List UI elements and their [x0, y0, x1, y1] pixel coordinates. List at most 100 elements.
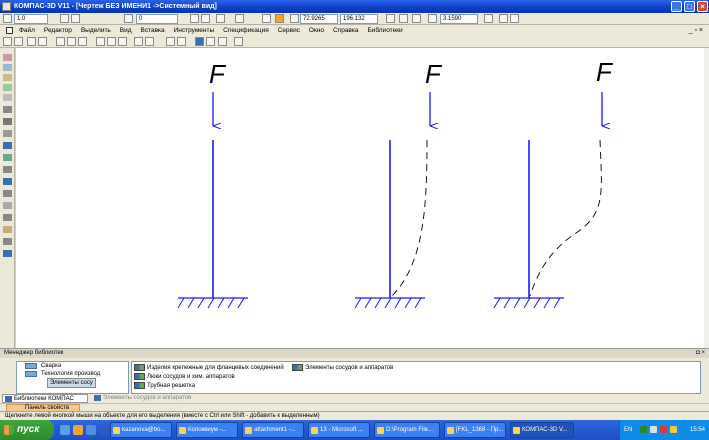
menu-help[interactable]: Справка	[333, 25, 359, 36]
menu-window[interactable]: Окно	[309, 25, 324, 36]
equidistant-icon[interactable]	[3, 238, 12, 245]
editing-icon[interactable]	[3, 84, 12, 91]
parametrization-icon[interactable]	[3, 94, 12, 101]
preview-icon[interactable]	[67, 37, 76, 46]
list-item[interactable]: Трубная решетка	[134, 382, 195, 390]
task-button[interactable]: D:\Program File...	[374, 422, 440, 438]
new-dropdown-icon[interactable]	[14, 37, 23, 46]
pan-icon[interactable]	[484, 14, 493, 23]
coord-x-field[interactable]: 72.9265	[300, 14, 338, 24]
geometry-icon[interactable]	[3, 54, 12, 61]
coord-y-field[interactable]: 196.132	[340, 14, 378, 24]
task-button-active[interactable]: КОМПАС-3D V...	[510, 422, 574, 438]
minimize-button[interactable]: _	[671, 1, 682, 12]
tree-item-selected[interactable]: Элементы сосу	[17, 378, 128, 388]
list-item[interactable]: Люки сосудов и хим. аппаратов	[134, 373, 235, 381]
ortho-icon[interactable]	[262, 14, 271, 23]
menu-specification[interactable]: Спецификация	[223, 25, 269, 36]
new-icon[interactable]	[3, 37, 12, 46]
redo-icon[interactable]	[177, 37, 186, 46]
tab-kompas-libraries[interactable]: Библиотеки КОМПАС	[2, 394, 88, 403]
menu-service[interactable]: Сервис	[278, 25, 300, 36]
ellipse-icon[interactable]	[3, 154, 12, 161]
variables-icon[interactable]	[218, 37, 227, 46]
menu-libraries[interactable]: Библиотеки	[367, 25, 402, 36]
tree-item[interactable]: Технология производ	[17, 370, 128, 378]
close-button[interactable]: ×	[697, 1, 708, 12]
scale-icon[interactable]	[3, 14, 12, 23]
tool-icon[interactable]	[60, 14, 69, 23]
menu-insert[interactable]: Вставка	[141, 25, 165, 36]
tool-icon[interactable]	[71, 14, 80, 23]
designations-icon[interactable]	[3, 74, 12, 81]
maximize-button[interactable]: □	[684, 1, 695, 12]
scale-select[interactable]: 1.0	[14, 14, 48, 24]
polyline-icon[interactable]	[3, 178, 12, 185]
circle-icon[interactable]	[3, 130, 12, 137]
point-icon[interactable]	[3, 106, 12, 113]
tray-icon[interactable]	[660, 426, 667, 433]
document-icon[interactable]	[6, 27, 13, 34]
paste-icon[interactable]	[118, 37, 127, 46]
hatch-icon[interactable]	[3, 226, 12, 233]
help-pointer-icon[interactable]	[234, 37, 243, 46]
language-indicator[interactable]: EN	[624, 420, 632, 440]
dimensions-icon[interactable]	[3, 64, 12, 71]
tree-item[interactable]: Сварка	[17, 362, 128, 370]
quicklaunch-icon[interactable]	[99, 425, 109, 435]
tray-icon[interactable]	[640, 426, 647, 433]
zoom-out-icon[interactable]	[412, 14, 421, 23]
zoom-in-icon[interactable]	[399, 14, 408, 23]
layer-select[interactable]: 0	[136, 14, 178, 24]
list-item[interactable]: Изделия крепежные для фланцевых соединен…	[134, 364, 284, 372]
menu-tools[interactable]: Инструменты	[174, 25, 215, 36]
tray-icon[interactable]	[650, 426, 657, 433]
print-preview-icon[interactable]	[78, 37, 87, 46]
spline-icon[interactable]	[3, 166, 12, 173]
list-item[interactable]: Элементы сосудов и аппаратов	[292, 364, 393, 372]
undo-icon[interactable]	[166, 37, 175, 46]
snap-local-icon[interactable]	[275, 14, 284, 23]
fillet-icon[interactable]	[3, 214, 12, 221]
print-icon[interactable]	[56, 37, 65, 46]
properties-icon[interactable]	[134, 37, 143, 46]
save-icon[interactable]	[38, 37, 47, 46]
segment-icon[interactable]	[3, 118, 12, 125]
library-manager-close-icon[interactable]: ◘ ×	[696, 349, 705, 358]
window-title-bar[interactable]: КОМПАС-3D V11 - [Чертеж БЕЗ ИМЕНИ1 ->Сис…	[0, 0, 709, 13]
task-button[interactable]: [FKL_1368 - Пр...	[444, 422, 506, 438]
quicklaunch-icon[interactable]	[60, 425, 70, 435]
refresh-icon[interactable]	[510, 14, 519, 23]
menu-view[interactable]: Вид	[120, 25, 132, 36]
cut-icon[interactable]	[96, 37, 105, 46]
table-icon[interactable]	[145, 37, 154, 46]
open-icon[interactable]	[27, 37, 36, 46]
zoom-window-icon[interactable]	[386, 14, 395, 23]
grid-icon[interactable]	[235, 14, 244, 23]
arc-icon[interactable]	[3, 142, 12, 149]
polygon-icon[interactable]	[3, 202, 12, 209]
task-button[interactable]: Колоквиум -...	[176, 422, 238, 438]
zoom-scale-icon[interactable]	[428, 14, 437, 23]
snap-icon[interactable]	[216, 14, 225, 23]
rectangle-icon[interactable]	[3, 190, 12, 197]
style-icon[interactable]	[190, 14, 199, 23]
menu-select[interactable]: Выделить	[81, 25, 111, 36]
task-button[interactable]: kazanova@bo...	[110, 422, 172, 438]
vertical-scrollbar[interactable]	[704, 48, 709, 348]
auxiliary-line-icon[interactable]	[3, 250, 12, 257]
drawing-canvas[interactable]: F F F	[16, 48, 704, 348]
tab-vessel-elements[interactable]: Элементы сосудов и аппаратов	[92, 394, 222, 403]
library-icon[interactable]	[206, 37, 215, 46]
start-button[interactable]: пуск	[0, 420, 54, 440]
menu-file[interactable]: Файл	[19, 25, 35, 36]
copy-icon[interactable]	[107, 37, 116, 46]
task-button[interactable]: attachment1 -...	[242, 422, 304, 438]
zoom-field[interactable]: 3.1590	[440, 14, 478, 24]
menu-editor[interactable]: Редактор	[44, 25, 72, 36]
doc-window-controls[interactable]: _ ▫ ×	[689, 25, 703, 36]
style-icon[interactable]	[201, 14, 210, 23]
quicklaunch-icon[interactable]	[73, 425, 83, 435]
layer-icon[interactable]	[124, 14, 133, 23]
zoom-all-icon[interactable]	[499, 14, 508, 23]
